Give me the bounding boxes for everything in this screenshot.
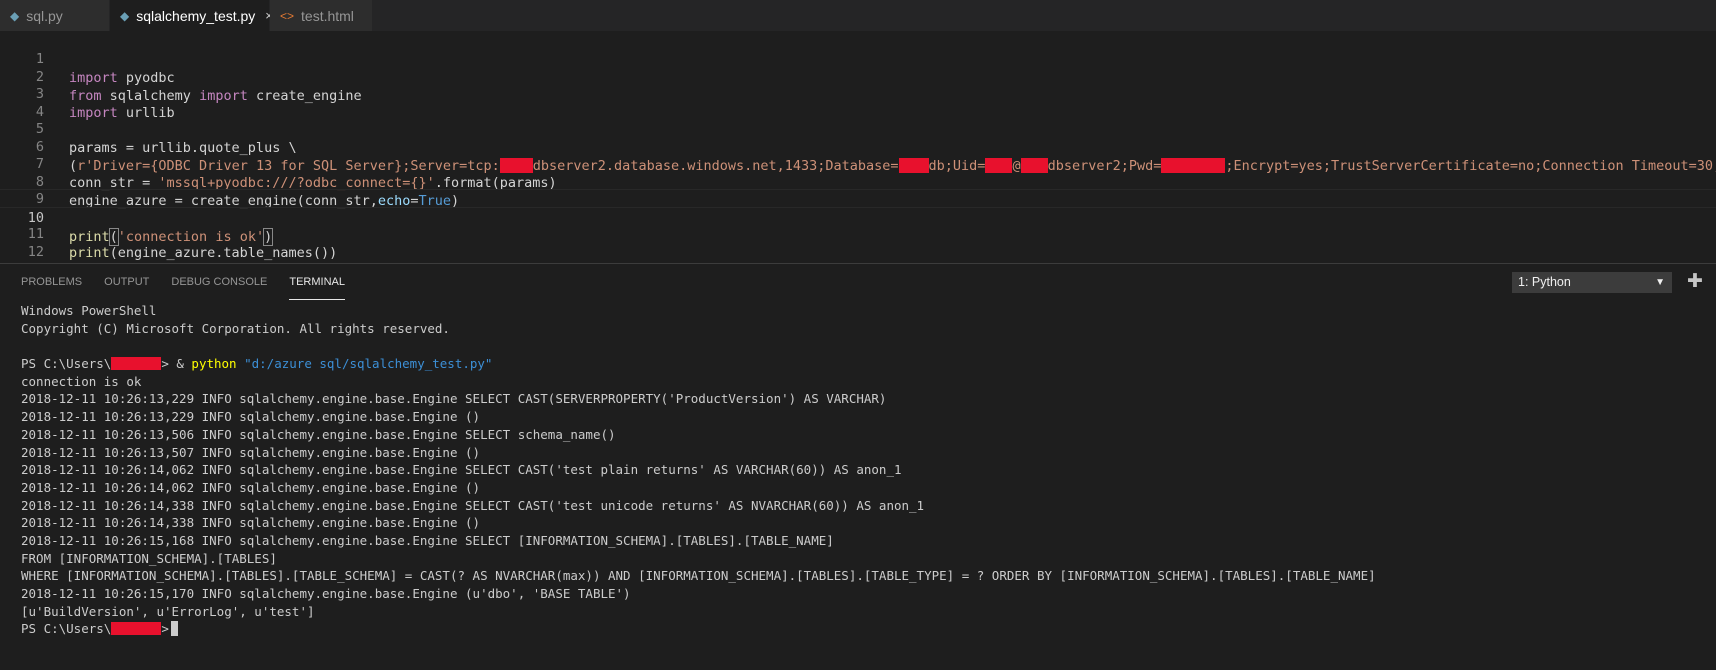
code-line: 2 from sqlalchemy import create_engine: [0, 49, 1716, 104]
terminal-line: 2018-12-11 10:26:14,338 INFO sqlalchemy.…: [21, 515, 481, 531]
html-file-icon: <>: [280, 8, 295, 23]
code-line: 12: [0, 224, 1716, 260]
code-line: 4: [0, 84, 1716, 120]
terminal-line: 2018-12-11 10:26:15,168 INFO sqlalchemy.…: [21, 532, 834, 548]
tab-output[interactable]: OUTPUT: [104, 264, 149, 300]
terminal-line: 2018-12-11 10:26:13,507 INFO sqlalchemy.…: [21, 444, 481, 460]
tab-sqlalchemy-test-py[interactable]: ◆ sqlalchemy_test.py ×: [110, 0, 273, 31]
new-terminal-plus-icon[interactable]: ✚: [1687, 270, 1703, 292]
terminal-cursor: [170, 621, 178, 637]
code-line: 3 import urllib: [0, 66, 1716, 121]
terminal-line: 2018-12-11 10:26:14,062 INFO sqlalchemy.…: [21, 479, 481, 495]
terminal-line: 2018-12-11 10:26:14,338 INFO sqlalchemy.…: [21, 497, 925, 513]
terminal-line: FROM [INFORMATION_SCHEMA].[TABLES]: [21, 550, 277, 566]
redaction: [111, 357, 162, 371]
bottom-panel: PROBLEMS OUTPUT DEBUG CONSOLE TERMINAL 1…: [0, 263, 1716, 670]
terminal-line: WHERE [INFORMATION_SCHEMA].[TABLES].[TAB…: [21, 568, 1376, 584]
chevron-down-icon: ▼: [1655, 277, 1665, 288]
function-name: print: [69, 245, 110, 261]
terminal-line: 2018-12-11 10:26:13,229 INFO sqlalchemy.…: [21, 409, 481, 425]
code-line: 1 import pyodbc: [0, 31, 1716, 86]
panel-tabs: PROBLEMS OUTPUT DEBUG CONSOLE TERMINAL: [0, 264, 367, 300]
code-line-current: 10 print('connection is ok'): [0, 188, 1716, 246]
tab-terminal[interactable]: TERMINAL: [289, 264, 345, 300]
terminal-output[interactable]: Windows PowerShell Copyright (C) Microso…: [21, 302, 1701, 638]
code-editor[interactable]: 1 import pyodbc 2 from sqlalchemy import…: [0, 31, 1716, 263]
code-line: 7 conn_str = 'mssql+pyodbc:///?odbc_conn…: [0, 136, 1716, 191]
tab-label: test.html: [301, 7, 354, 24]
tab-label: sql.py: [26, 7, 63, 24]
terminal-prompt-line: PS C:\Users\ > & python "d:/azure sql/sql…: [21, 355, 1701, 373]
tab-debug-console[interactable]: DEBUG CONSOLE: [171, 264, 267, 300]
terminal-select[interactable]: 1: Python ▼: [1512, 272, 1672, 293]
terminal-line: [u'BuildVersion', u'ErrorLog', u'test']: [21, 603, 315, 619]
code-text: (engine_azure.table_names()): [109, 245, 338, 261]
terminal-line: Copyright (C) Microsoft Corporation. All…: [21, 320, 450, 336]
code-line: 6 (r'Driver={ODBC Driver 13 for SQL Serv…: [0, 119, 1716, 174]
python-file-icon: ◆: [10, 8, 20, 23]
tab-sql-py[interactable]: ◆ sql.py: [0, 0, 110, 31]
tab-test-html[interactable]: <> test.html: [270, 0, 373, 31]
command-name: python: [191, 356, 237, 372]
redaction: [111, 622, 162, 636]
prompt-text: PS C:\Users\: [21, 356, 112, 372]
code-line: 9: [0, 171, 1716, 207]
prompt-text: > &: [161, 356, 192, 372]
terminal-line: 2018-12-11 10:26:14,062 INFO sqlalchemy.…: [21, 462, 902, 478]
line-number: 12: [27, 243, 44, 260]
prompt-text: >: [161, 621, 169, 637]
terminal-line: 2018-12-11 10:26:15,170 INFO sqlalchemy.…: [21, 586, 631, 601]
code-line: 11 print(engine_azure.table_names()): [0, 206, 1716, 261]
terminal-line: Windows PowerShell: [21, 303, 157, 318]
editor-tab-bar: ◆ sql.py ◆ sqlalchemy_test.py × <> test.…: [0, 0, 1716, 31]
python-file-icon: ◆: [120, 8, 130, 23]
terminal-select-value: 1: Python: [1518, 275, 1571, 289]
prompt-text: PS C:\Users\: [21, 621, 112, 637]
terminal-line: connection is ok: [21, 373, 142, 389]
terminal-line: 2018-12-11 10:26:13,229 INFO sqlalchemy.…: [21, 391, 887, 407]
terminal-line: 2018-12-11 10:26:13,506 INFO sqlalchemy.…: [21, 426, 616, 442]
terminal-prompt-line: PS C:\Users\ >: [21, 620, 1701, 638]
code-line: 8 engine_azure = create_engine(conn_str,…: [0, 154, 1716, 209]
command-argument: "d:/azure sql/sqlalchemy_test.py": [244, 356, 493, 372]
tab-label: sqlalchemy_test.py: [136, 7, 256, 24]
tab-problems[interactable]: PROBLEMS: [21, 264, 82, 300]
code-line: 5 params = urllib.quote_plus \: [0, 101, 1716, 156]
